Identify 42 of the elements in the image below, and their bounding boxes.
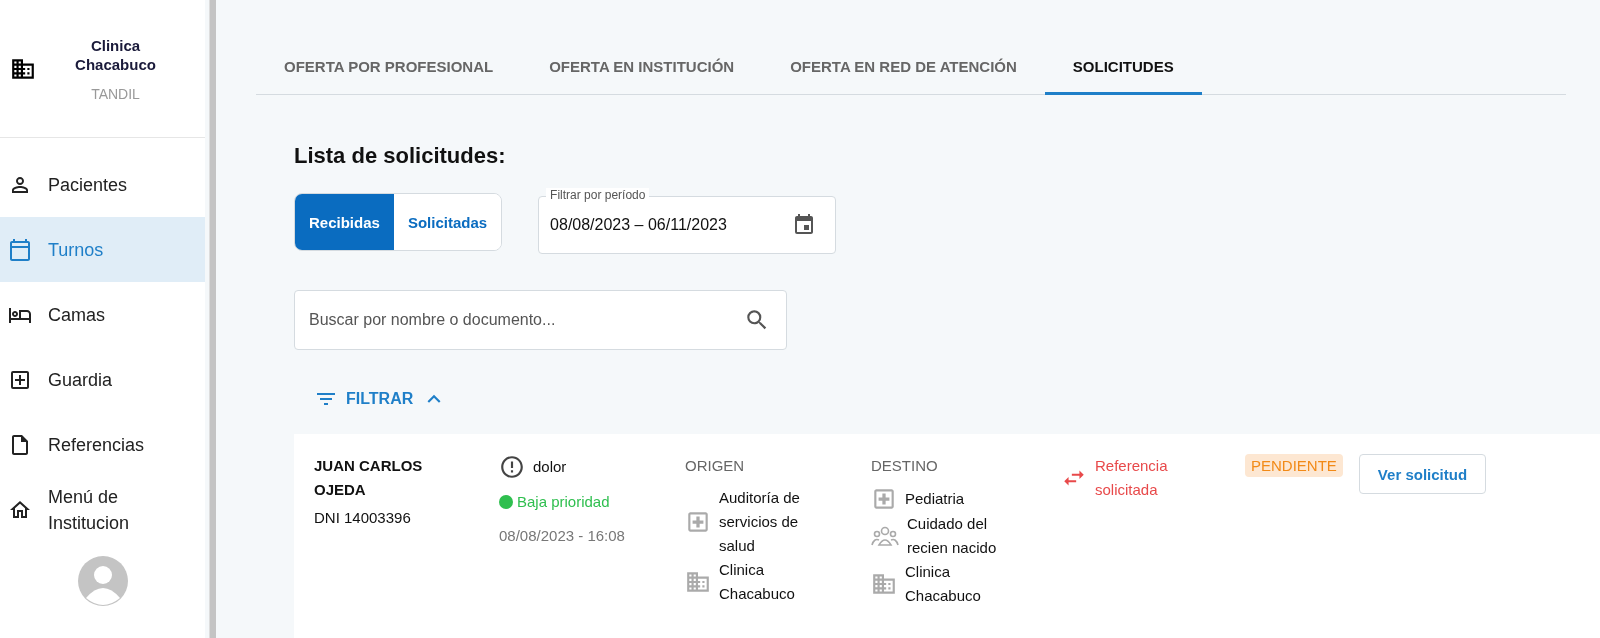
origin-specialty: Auditoría de servicios de salud [719,488,801,556]
patient-name: JUAN CARLOS OJEDA [314,456,424,500]
request-datetime: 08/08/2023 - 16:08 [499,526,626,546]
alert-icon [499,454,525,480]
hospital-icon [685,509,711,535]
destination-institution: Clinica Chacabuco [905,562,982,606]
reference-status: Referencia solicitada [1095,456,1169,500]
sidebar-item[interactable]: Guardia [0,347,205,412]
date-range-field[interactable]: Filtrar por período 08/08/2023 – 06/11/2023 [538,187,837,254]
institution-city: TANDIL [90,85,141,102]
origin-label: ORIGEN [685,456,746,476]
sidebar-item[interactable]: Pacientes [0,152,205,217]
people-icon [871,525,899,547]
tab[interactable]: OFERTA EN INSTITUCIÓN [521,40,763,95]
destination-care-line: Cuidado del recien nacido [907,514,998,558]
calendar-icon [8,237,32,262]
page-heading: Lista de solicitudes: [294,143,507,169]
toggle-option[interactable]: Recibidas [295,194,394,250]
tab[interactable]: OFERTA POR PROFESIONAL [256,40,522,95]
sidebar-item[interactable]: Camas [0,282,205,347]
tab[interactable]: OFERTA EN RED DE ATENCIÓN [762,40,1045,95]
avatar-icon [77,556,128,606]
priority-label: Baja prioridad [517,492,610,512]
tab[interactable]: SOLICITUDES [1044,40,1202,95]
sidebar-item[interactable]: Turnos [0,217,205,282]
institution-name: Clinica Chacabuco [74,35,157,74]
search-input[interactable]: Buscar por nombre o documento... [307,310,744,330]
destination-label: DESTINO [871,456,939,476]
status-badge: PENDIENTE [1245,454,1343,477]
patient-document: DNI 14003396 [314,508,412,528]
building-icon [871,571,897,597]
sidebar-item[interactable]: Menú de Institucion [0,477,205,542]
building-icon [685,569,711,595]
destination-specialty: Pediatria [905,489,965,509]
sidebar-item[interactable]: Referencias [0,412,205,477]
search-field[interactable]: Buscar por nombre o documento... [294,290,787,350]
scrollbar[interactable] [209,0,216,638]
request-reason: dolor [533,457,567,477]
view-request-button[interactable]: Ver solicitud [1358,454,1487,494]
filter-button[interactable]: FILTRAR [314,386,448,412]
hospital-icon [871,486,897,512]
origin-institution: Clinica Chacabuco [719,560,796,604]
